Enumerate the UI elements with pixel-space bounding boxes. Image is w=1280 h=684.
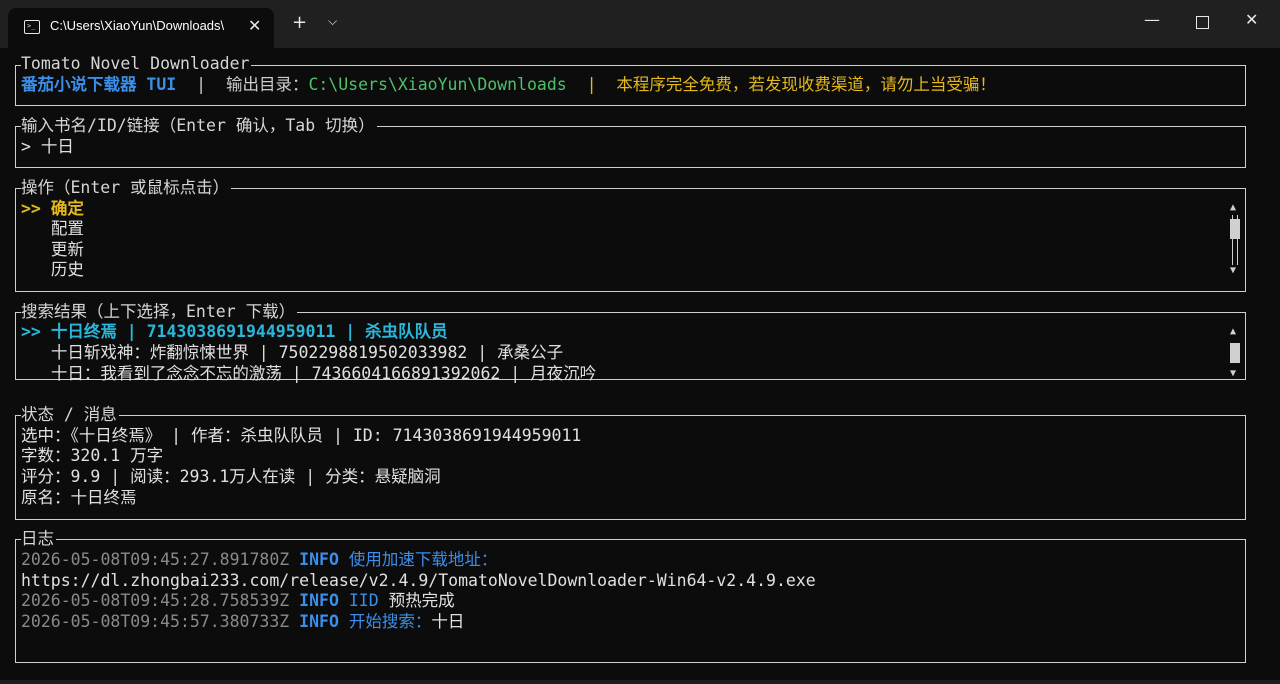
log-timestamp: 2026-05-08T09:45:57.380733Z	[21, 612, 290, 631]
action-label: 配置	[50, 219, 84, 238]
tab-dropdown-icon[interactable]: ⌵	[328, 14, 337, 29]
scroll-down-icon[interactable]: ▼	[1230, 369, 1236, 379]
status-line: 字数：320.1 万字	[21, 446, 164, 465]
actions-panel	[15, 188, 1246, 292]
results-title: 搜索结果（上下选择，Enter 下载）	[21, 302, 298, 322]
log-detail: 十日	[431, 612, 465, 631]
action-label: 历史	[50, 260, 84, 279]
result-text: 十日：我看到了念念不忘的激荡 | 7436604166891392062 | 月…	[50, 364, 597, 383]
results-scrollbar[interactable]: ▲ ▼	[1230, 327, 1240, 381]
action-label: 更新	[50, 240, 84, 259]
output-label: 输出目录：	[225, 75, 309, 94]
selection-marker: >>	[21, 199, 51, 218]
log-level: INFO	[299, 612, 339, 631]
terminal-window: >_ C:\Users\XiaoYun\Downloads\ ✕ + ⌵ — ✕…	[0, 0, 1280, 684]
tab-downloads[interactable]: >_ C:\Users\XiaoYun\Downloads\ ✕	[8, 8, 274, 48]
new-tab-button[interactable]: +	[292, 14, 307, 32]
actions-title: 操作（Enter 或鼠标点击）	[21, 178, 232, 198]
log-detail: 预热完成	[388, 591, 455, 610]
log-entry: 2026-05-08T09:45:27.891780Z INFO 使用加速下载地…	[21, 550, 497, 570]
action-confirm[interactable]: >> 确定	[21, 199, 84, 219]
output-path: C:\Users\XiaoYun\Downloads	[308, 75, 567, 94]
maximize-button[interactable]	[1196, 16, 1209, 29]
input-title: 输入书名/ID/链接（Enter 确认，Tab 切换）	[21, 116, 377, 136]
result-row[interactable]: 十日：我看到了念念不忘的激荡 | 7436604166891392062 | 月…	[21, 364, 596, 384]
minimize-button[interactable]: —	[1144, 10, 1160, 29]
actions-scrollbar[interactable]: ▲ ▼	[1230, 203, 1240, 277]
window-bottom-edge	[0, 680, 1280, 684]
scroll-thumb[interactable]	[1230, 219, 1240, 239]
result-text: 十日终焉 | 7143038691944959011 | 杀虫队队员	[50, 322, 448, 341]
log-message: IID	[348, 591, 379, 610]
log-entry: 2026-05-08T09:45:28.758539Z INFO IID 预热完…	[21, 591, 455, 611]
title-bar: >_ C:\Users\XiaoYun\Downloads\ ✕ + ⌵ — ✕	[0, 0, 1280, 48]
tab-title: C:\Users\XiaoYun\Downloads\	[50, 18, 225, 33]
log-timestamp: 2026-05-08T09:45:27.891780Z	[21, 550, 290, 569]
result-text: 十日斩戏神：炸翻惊悚世界 | 7502298819502033982 | 承桑公…	[50, 343, 564, 362]
log-level: INFO	[299, 550, 339, 569]
action-update[interactable]: 更新	[21, 240, 84, 260]
action-history[interactable]: 历史	[21, 260, 84, 280]
header-line: 番茄小说下载器 TUI | 输出目录：C:\Users\XiaoYun\Down…	[21, 75, 996, 95]
status-line: 原名：十日终焉	[21, 488, 137, 507]
action-config[interactable]: 配置	[21, 219, 84, 239]
status-line: 评分：9.9 | 阅读：293.1万人在读 | 分类：悬疑脑洞	[21, 467, 441, 486]
log-entry: 2026-05-08T09:45:57.380733Z INFO 开始搜索：十日	[21, 612, 464, 632]
tab-close-icon[interactable]: ✕	[248, 16, 261, 35]
header-title: Tomato Novel Downloader	[21, 54, 252, 74]
close-window-button[interactable]: ✕	[1245, 10, 1258, 29]
scroll-thumb[interactable]	[1230, 343, 1240, 363]
result-row-selected[interactable]: >> 十日终焉 | 7143038691944959011 | 杀虫队队员	[21, 322, 448, 342]
search-input[interactable]: > 十日	[21, 137, 74, 157]
scroll-up-icon[interactable]: ▲	[1230, 203, 1236, 213]
log-url: https://dl.zhongbai233.com/release/v2.4.…	[21, 571, 816, 590]
log-message: 开始搜索：	[348, 612, 432, 631]
terminal-content: Tomato Novel Downloader 番茄小说下载器 TUI | 输出…	[0, 48, 1280, 684]
terminal-icon: >_	[24, 20, 40, 34]
header-sep: |	[196, 75, 207, 94]
status-line: 选中：《十日终焉》 | 作者：杀虫队队员 | ID: 7143038691944…	[21, 426, 582, 445]
header-sep: |	[586, 75, 597, 94]
log-timestamp: 2026-05-08T09:45:28.758539Z	[21, 591, 290, 610]
log-title: 日志	[21, 529, 56, 549]
scroll-up-icon[interactable]: ▲	[1230, 327, 1236, 337]
selection-marker: >>	[21, 322, 51, 341]
app-name: 番茄小说下载器 TUI	[21, 75, 177, 94]
scroll-down-icon[interactable]: ▼	[1230, 266, 1236, 276]
result-row[interactable]: 十日斩戏神：炸翻惊悚世界 | 7502298819502033982 | 承桑公…	[21, 343, 563, 363]
log-level: INFO	[299, 591, 339, 610]
action-label: 确定	[50, 199, 84, 218]
log-message: 使用加速下载地址：	[348, 550, 498, 569]
status-title: 状态 / 消息	[21, 405, 119, 425]
free-notice: 本程序完全免费，若发现收费渠道，请勿上当受骗！	[616, 75, 996, 94]
